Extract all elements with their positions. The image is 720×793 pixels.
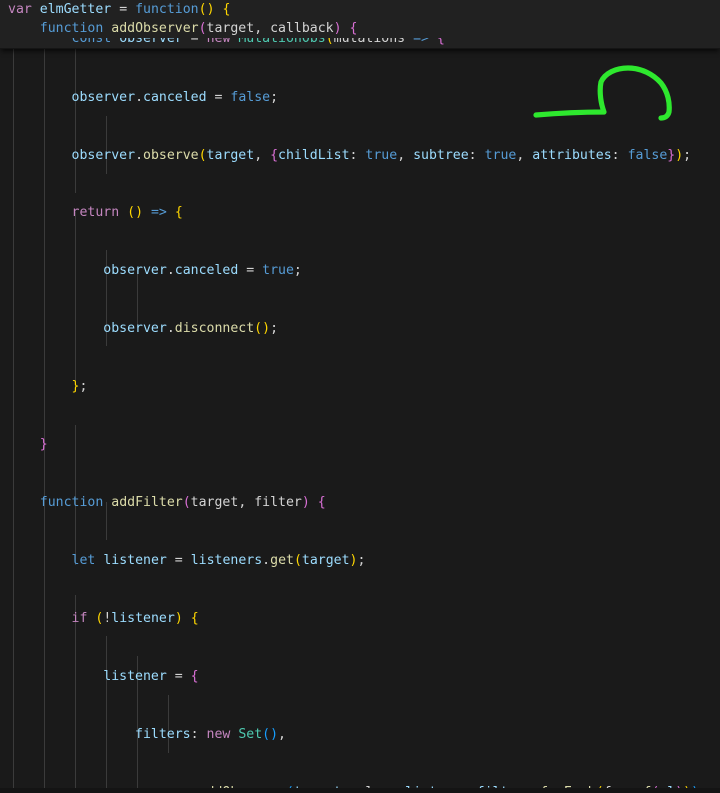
code-line[interactable]: function addFilter(target, filter) { xyxy=(0,493,720,512)
code-content[interactable]: }); observer.canceled = false; observer.… xyxy=(0,0,720,793)
code-line[interactable]: } xyxy=(0,435,720,454)
horizontal-scrollbar[interactable] xyxy=(0,788,720,793)
sticky-line-1[interactable]: var elmGetter = function() { xyxy=(0,0,720,19)
sticky-scope-header[interactable]: var elmGetter = function() { function ad… xyxy=(0,0,720,49)
sticky-line-3-clipped: const observer = new MutationObs(mutatio… xyxy=(0,38,720,48)
code-line[interactable]: }; xyxy=(0,377,720,396)
code-line[interactable]: listener = { xyxy=(0,667,720,686)
code-line[interactable]: observer.disconnect(); xyxy=(0,319,720,338)
code-line[interactable]: observer.observe(target, {childList: tru… xyxy=(0,146,720,165)
code-line[interactable]: if (!listener) { xyxy=(0,609,720,628)
sticky-line-2[interactable]: function addObserver(target, callback) { xyxy=(0,19,720,38)
code-line[interactable]: filters: new Set(), xyxy=(0,725,720,744)
sticky-line-3[interactable]: const observer = new MutationObs(mutatio… xyxy=(0,38,720,48)
code-line[interactable]: observer.canceled = true; xyxy=(0,261,720,280)
code-line[interactable]: let listener = listeners.get(target); xyxy=(0,551,720,570)
code-line[interactable]: observer.canceled = false; xyxy=(0,88,720,107)
code-line[interactable]: return () => { xyxy=(0,203,720,222)
code-editor[interactable]: }); observer.canceled = false; observer.… xyxy=(0,0,720,793)
